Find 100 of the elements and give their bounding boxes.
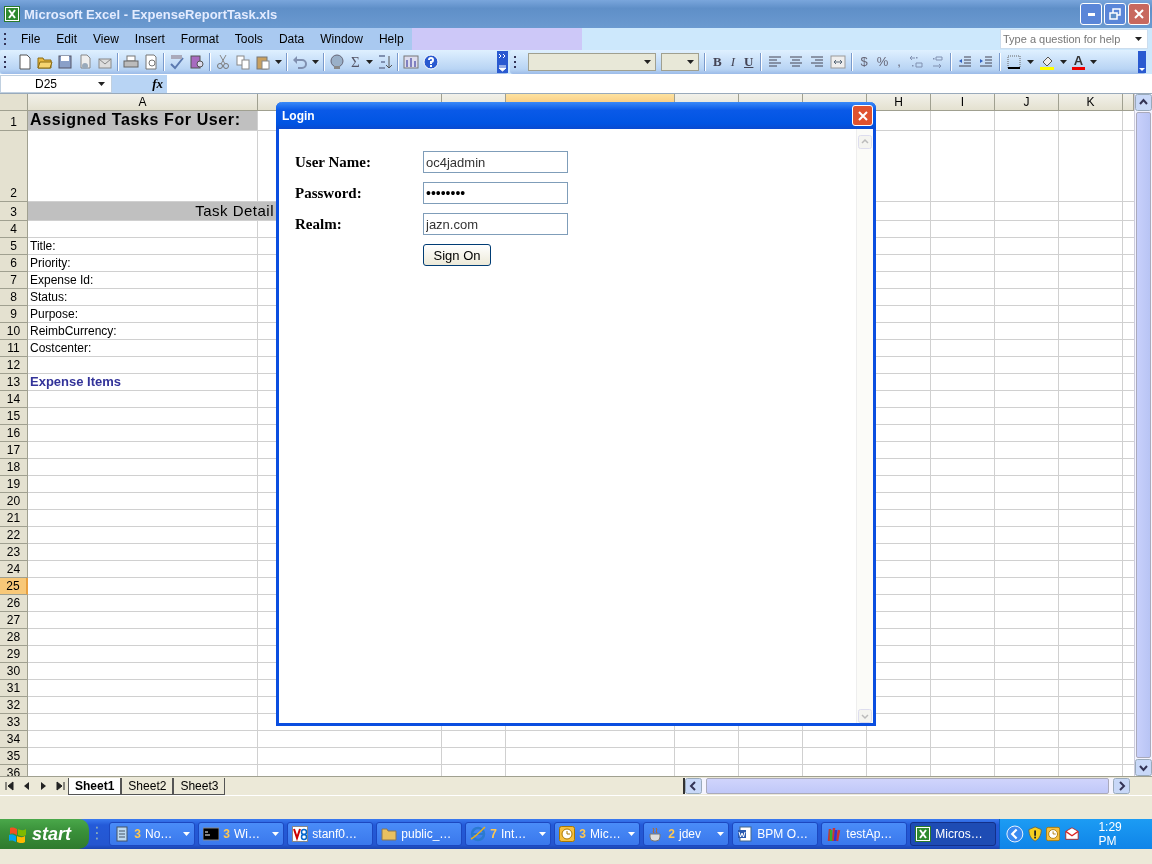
percent-button[interactable]: %	[874, 54, 891, 70]
row-header[interactable]: 30	[0, 663, 28, 680]
caret-icon[interactable]	[365, 60, 373, 64]
row-header[interactable]: 10	[0, 323, 28, 340]
column-header[interactable]: H	[867, 94, 931, 111]
column-header[interactable]: J	[995, 94, 1059, 111]
menu-item[interactable]: Format	[172, 32, 227, 46]
spelling-icon[interactable]	[169, 54, 185, 70]
grip-icon[interactable]	[514, 55, 517, 69]
row-header[interactable]: 3	[0, 202, 28, 221]
row-header[interactable]: 25	[0, 578, 28, 595]
new-page-icon[interactable]	[17, 54, 33, 70]
globe-icon[interactable]	[329, 54, 345, 70]
caret-icon[interactable]	[312, 60, 319, 64]
sheet-tab[interactable]: Sheet3	[173, 777, 226, 795]
show-hidden-icons-icon[interactable]	[1006, 824, 1025, 844]
select-all-button[interactable]	[0, 94, 28, 111]
sort-icon[interactable]	[376, 54, 393, 70]
shield-icon[interactable]	[1028, 825, 1043, 843]
menu-item[interactable]: View	[85, 32, 127, 46]
menu-item[interactable]: Data	[270, 32, 313, 46]
permission-icon[interactable]	[77, 54, 93, 70]
row-header[interactable]: 5	[0, 238, 28, 255]
increase-decimal-icon[interactable]	[907, 54, 924, 70]
column-header[interactable]: I	[931, 94, 995, 111]
row-header[interactable]: 11	[0, 340, 28, 357]
insert-function-button[interactable]: fx	[112, 74, 167, 93]
menu-item[interactable]: Edit	[48, 32, 86, 46]
chart-icon[interactable]	[402, 54, 419, 70]
research-icon[interactable]	[189, 54, 205, 70]
row-header[interactable]: 1	[0, 111, 28, 131]
mail-icon[interactable]	[1064, 826, 1081, 842]
cut-icon[interactable]	[215, 54, 231, 70]
grip-icon[interactable]	[4, 55, 7, 69]
row-header[interactable]: 12	[0, 357, 28, 374]
row-header[interactable]: 24	[0, 561, 28, 578]
row-header[interactable]: 13	[0, 374, 28, 391]
row-header[interactable]: 21	[0, 510, 28, 527]
help-icon[interactable]	[422, 54, 439, 70]
dropdown-caret-icon[interactable]	[98, 81, 105, 86]
fill-color-icon[interactable]	[1038, 54, 1055, 70]
vertical-scrollbar[interactable]	[1134, 94, 1152, 776]
column-header[interactable]: K	[1059, 94, 1123, 111]
borders-icon[interactable]	[1005, 54, 1022, 70]
start-button[interactable]: start	[0, 819, 89, 849]
row-header[interactable]: 34	[0, 731, 28, 748]
last-sheet-icon[interactable]	[55, 780, 67, 792]
first-sheet-icon[interactable]	[4, 780, 16, 792]
row-header[interactable]: 9	[0, 306, 28, 323]
row-header[interactable]: 15	[0, 408, 28, 425]
taskbar-button[interactable]: 3 Mic…	[554, 822, 641, 846]
menu-item[interactable]: File	[13, 32, 49, 46]
scroll-up-icon[interactable]	[1135, 94, 1152, 111]
font-color-button[interactable]: A	[1071, 54, 1086, 70]
dropdown-caret-icon[interactable]	[644, 60, 651, 64]
row-header[interactable]: 19	[0, 476, 28, 493]
menu-item[interactable]: Tools	[226, 32, 271, 46]
taskbar-button[interactable]: public_…	[376, 822, 463, 846]
scroll-right-icon[interactable]	[1113, 778, 1130, 794]
sheet-tab[interactable]: Sheet1	[68, 777, 122, 795]
scroll-thumb[interactable]	[1136, 112, 1151, 758]
row-header[interactable]: 6	[0, 255, 28, 272]
caret-icon[interactable]	[1059, 60, 1067, 64]
row-header[interactable]: 33	[0, 714, 28, 731]
print-icon[interactable]	[123, 54, 139, 70]
row-header[interactable]: 7	[0, 272, 28, 289]
grip-icon[interactable]	[4, 32, 7, 46]
row-header[interactable]: 16	[0, 425, 28, 442]
align-right-icon[interactable]	[809, 54, 826, 70]
clock-icon[interactable]	[1046, 826, 1061, 842]
row-header[interactable]: 35	[0, 748, 28, 765]
row-header[interactable]: 2	[0, 131, 28, 202]
menu-item[interactable]: Window	[312, 32, 371, 46]
align-left-icon[interactable]	[767, 54, 784, 70]
taskbar-button[interactable]: 2 jdev	[643, 822, 730, 846]
align-center-icon[interactable]	[788, 54, 805, 70]
input-field[interactable]: jazn.com	[423, 213, 568, 235]
caret-icon[interactable]	[1026, 60, 1034, 64]
row-header[interactable]: 20	[0, 493, 28, 510]
row-header[interactable]: 26	[0, 595, 28, 612]
toolbar-options-icon[interactable]	[1138, 51, 1146, 73]
copy-icon[interactable]	[235, 54, 251, 70]
row-header[interactable]: 22	[0, 527, 28, 544]
taskbar-button[interactable]: 7 Int…	[465, 822, 552, 846]
taskbar-button[interactable]: testAp…	[821, 822, 908, 846]
sheet-tab[interactable]: Sheet2	[121, 777, 174, 795]
indent-icon[interactable]	[977, 54, 994, 70]
name-box[interactable]: D25	[0, 74, 112, 93]
taskbar-button[interactable]: 3 Wi…	[198, 822, 285, 846]
close-button[interactable]	[1128, 3, 1150, 25]
sign-on-button[interactable]: Sign On	[423, 244, 491, 266]
row-header[interactable]: 31	[0, 680, 28, 697]
menu-item[interactable]: Insert	[126, 32, 173, 46]
minimize-button[interactable]	[1080, 3, 1102, 25]
row-header[interactable]: 4	[0, 221, 28, 238]
dropdown-caret-icon[interactable]	[1135, 37, 1142, 41]
taskbar-button[interactable]: 3 No…	[109, 822, 196, 846]
row-header[interactable]: 27	[0, 612, 28, 629]
caret-icon[interactable]	[275, 60, 282, 64]
toolbar-options-icon[interactable]	[497, 51, 508, 73]
